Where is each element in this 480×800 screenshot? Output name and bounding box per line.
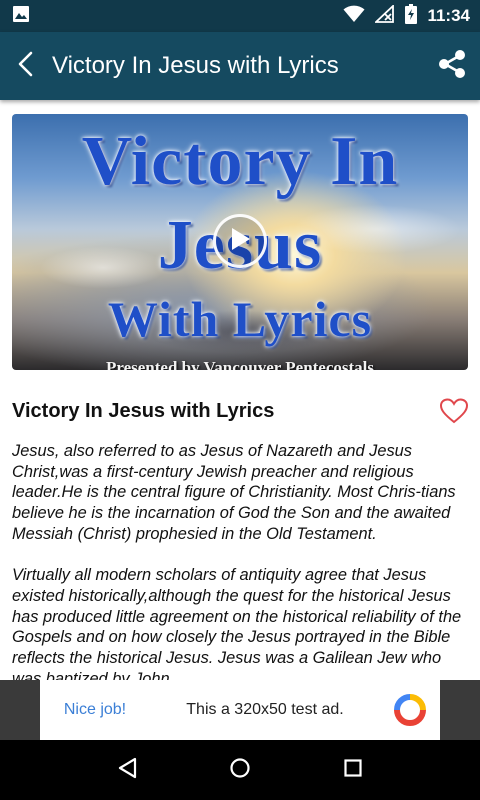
no-signal-icon xyxy=(374,3,395,28)
play-icon xyxy=(229,227,251,256)
thumbnail-title-line3: With Lyrics xyxy=(107,291,373,347)
nav-home-icon xyxy=(229,757,251,784)
nav-back-icon xyxy=(117,757,137,784)
navigation-bar xyxy=(0,740,480,800)
page-title: Victory In Jesus with Lyrics xyxy=(52,52,339,79)
heart-outline-icon xyxy=(439,398,469,428)
description-paragraph-1: Jesus, also referred to as Jesus of Naza… xyxy=(12,442,456,543)
status-time: 11:34 xyxy=(427,6,470,25)
play-button[interactable] xyxy=(213,214,267,268)
thumbnail-title-line1: Victory In xyxy=(81,123,399,200)
nav-recents-button[interactable] xyxy=(333,750,373,790)
nav-recents-icon xyxy=(343,758,363,783)
back-button[interactable] xyxy=(0,32,50,100)
video-thumbnail[interactable]: Victory In Jesus With Lyrics Presented b… xyxy=(12,114,468,370)
content-area[interactable]: Victory In Jesus With Lyrics Presented b… xyxy=(0,100,480,680)
ad-banner[interactable]: Nice job! This a 320x50 test ad. xyxy=(40,680,440,740)
favorite-button[interactable] xyxy=(439,398,469,424)
image-notification-icon xyxy=(12,5,30,28)
ad-text[interactable]: This a 320x50 test ad. xyxy=(150,701,380,719)
app-bar: Victory In Jesus with Lyrics xyxy=(0,32,480,100)
song-description: Jesus, also referred to as Jesus of Naza… xyxy=(12,441,468,680)
status-left xyxy=(12,5,30,28)
share-icon xyxy=(437,49,467,84)
status-bar: 11:34 xyxy=(0,0,480,32)
status-right: 11:34 xyxy=(343,3,470,29)
description-paragraph-2: Virtually all modern scholars of antiqui… xyxy=(12,566,462,680)
song-title: Victory In Jesus with Lyrics xyxy=(12,400,275,422)
ad-nice-job[interactable]: Nice job! xyxy=(40,701,150,719)
wifi-icon xyxy=(343,5,365,28)
share-button[interactable] xyxy=(424,32,480,100)
ad-logo-icon[interactable] xyxy=(380,694,440,726)
battery-charging-icon xyxy=(405,3,418,29)
ad-area: Nice job! This a 320x50 test ad. xyxy=(0,680,480,740)
thumbnail-footer: Presented by Vancouver Pentecostals xyxy=(105,358,375,370)
nav-home-button[interactable] xyxy=(220,750,260,790)
back-arrow-icon xyxy=(17,51,33,82)
nav-back-button[interactable] xyxy=(107,750,147,790)
